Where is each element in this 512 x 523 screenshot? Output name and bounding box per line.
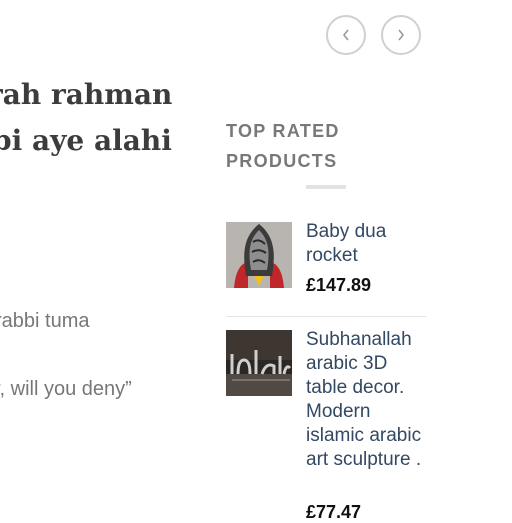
content-heading-line: bi aye alahi [0, 124, 172, 157]
content-text-line: rabbi tuma [0, 310, 90, 332]
product-thumbnail[interactable] [226, 222, 292, 288]
product-name-link[interactable]: Baby dua rocket [306, 220, 426, 268]
widget-title: TOP RATED PRODUCTS [226, 121, 340, 171]
product-name-link[interactable]: Subhanallah arabic 3D table decor. Moder… [306, 328, 426, 472]
content-heading-line: rah rahman [0, 78, 173, 111]
product-price: £147.89 [306, 275, 372, 295]
product-divider [226, 316, 426, 317]
product-thumbnail[interactable] [226, 330, 292, 396]
content-text-line: r, will you deny” [0, 378, 132, 400]
top-rated-products-widget: TOP RATED PRODUCTS Baby dua rocket £147.… [226, 0, 426, 522]
product-price: £77.47 [306, 502, 362, 522]
title-divider [306, 185, 346, 189]
